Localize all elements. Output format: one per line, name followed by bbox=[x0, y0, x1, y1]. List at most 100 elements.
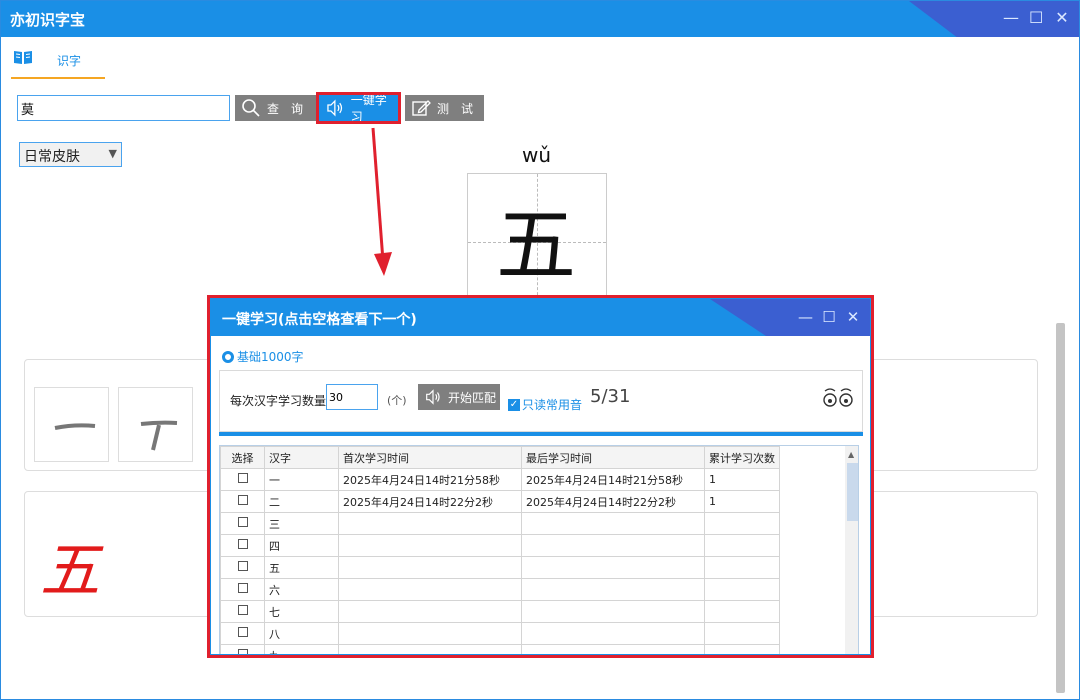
table-row[interactable]: 四 bbox=[220, 534, 780, 557]
table-scrollbar[interactable]: ▲ bbox=[845, 446, 858, 654]
row-select-cell[interactable] bbox=[220, 556, 265, 579]
main-scrollbar[interactable] bbox=[1056, 323, 1065, 693]
row-select-cell[interactable] bbox=[220, 468, 265, 491]
row-count bbox=[704, 534, 780, 557]
table-row[interactable]: 一 2025年4月24日14时21分58秒 2025年4月24日14时21分58秒 1 bbox=[220, 468, 780, 491]
row-checkbox[interactable] bbox=[237, 583, 248, 593]
row-checkbox[interactable] bbox=[237, 539, 248, 549]
row-checkbox[interactable] bbox=[237, 561, 248, 571]
table-row[interactable]: 六 bbox=[220, 578, 780, 601]
row-checkbox[interactable] bbox=[237, 517, 248, 527]
row-count bbox=[704, 600, 780, 623]
col-header-first-time[interactable]: 首次学习时间 bbox=[338, 446, 522, 469]
progress-counter: 5/31 bbox=[590, 386, 631, 407]
red-arrow-icon bbox=[371, 127, 392, 276]
stroke-step bbox=[34, 387, 109, 462]
col-header-last-time[interactable]: 最后学习时间 bbox=[521, 446, 705, 469]
unit-label: (个) bbox=[387, 394, 407, 407]
app-title: 亦初识字宝 bbox=[10, 11, 86, 29]
row-select-cell[interactable] bbox=[220, 622, 265, 645]
speaker-icon bbox=[426, 389, 440, 405]
row-char: 七 bbox=[264, 600, 339, 623]
row-last-time: 2025年4月24日14时21分58秒 bbox=[521, 468, 705, 491]
book-icon bbox=[14, 51, 32, 64]
search-icon bbox=[242, 99, 260, 117]
scroll-up-icon[interactable]: ▲ bbox=[848, 450, 854, 459]
row-select-cell[interactable] bbox=[220, 534, 265, 557]
row-last-time bbox=[521, 534, 705, 557]
count-input[interactable] bbox=[326, 384, 378, 410]
checkbox-label: 只读常用音 bbox=[522, 398, 583, 412]
dialog-close-button[interactable]: ✕ bbox=[846, 307, 860, 327]
minimize-button[interactable]: — bbox=[1003, 8, 1019, 28]
radio-selected-icon bbox=[222, 350, 234, 363]
dialog-minimize-button[interactable]: — bbox=[798, 307, 813, 327]
table-row[interactable]: 二 2025年4月24日14时22分2秒 2025年4月24日14时22分2秒 1 bbox=[220, 490, 780, 513]
table-row[interactable]: 三 bbox=[220, 512, 780, 535]
title-bar[interactable]: 亦初识字宝 — ☐ ✕ bbox=[1, 1, 1079, 37]
col-header-char[interactable]: 汉字 bbox=[264, 446, 339, 469]
row-checkbox[interactable] bbox=[237, 627, 248, 637]
written-character: 五 bbox=[40, 536, 100, 606]
dropdown-arrow-icon: ▼ bbox=[108, 147, 117, 160]
table-row[interactable]: 九 bbox=[220, 644, 780, 654]
row-checkbox[interactable] bbox=[237, 649, 248, 654]
row-first-time bbox=[338, 622, 522, 645]
row-last-time bbox=[521, 578, 705, 601]
radio-label: 基础1000字 bbox=[237, 350, 304, 364]
close-button[interactable]: ✕ bbox=[1055, 8, 1069, 28]
table-header-row: 选择 汉字 首次学习时间 最后学习时间 累计学习次数 bbox=[220, 446, 780, 469]
row-count: 1 bbox=[704, 490, 780, 513]
table-row[interactable]: 八 bbox=[220, 622, 780, 645]
row-first-time: 2025年4月24日14时22分2秒 bbox=[338, 490, 522, 513]
row-count bbox=[704, 556, 780, 579]
col-header-select[interactable]: 选择 bbox=[220, 446, 265, 469]
row-first-time bbox=[338, 578, 522, 601]
highlight-box bbox=[316, 92, 401, 124]
test-button[interactable]: 测 试 bbox=[405, 95, 484, 121]
row-last-time bbox=[521, 600, 705, 623]
edit-icon bbox=[412, 100, 431, 116]
row-checkbox[interactable] bbox=[237, 473, 248, 483]
dialog-title-bar[interactable]: 一键学习(点击空格查看下一个) — ☐ ✕ bbox=[211, 299, 870, 336]
row-char: 八 bbox=[264, 622, 339, 645]
tab-label: 识字 bbox=[57, 54, 82, 68]
row-checkbox[interactable] bbox=[237, 605, 248, 615]
maximize-button[interactable]: ☐ bbox=[1029, 8, 1043, 28]
learning-table: 选择 汉字 首次学习时间 最后学习时间 累计学习次数 一 2025年4月24日14… bbox=[219, 445, 859, 654]
row-char: 四 bbox=[264, 534, 339, 557]
tab-literacy[interactable]: 识字 bbox=[11, 45, 105, 79]
start-match-button[interactable]: 开始匹配 bbox=[418, 384, 500, 410]
match-label: 开始匹配 bbox=[448, 390, 497, 405]
row-select-cell[interactable] bbox=[220, 600, 265, 623]
radio-basic-1000[interactable]: 基础1000字 bbox=[222, 348, 304, 365]
row-select-cell[interactable] bbox=[220, 512, 265, 535]
row-count bbox=[704, 622, 780, 645]
pinyin: wǔ bbox=[522, 143, 552, 167]
settings-panel: 每次汉字学习数量: (个) 开始匹配 ✓ 只读常用音 5/31 bbox=[219, 370, 863, 432]
common-pronunciation-checkbox[interactable]: ✓ 只读常用音 bbox=[508, 396, 582, 413]
search-input[interactable] bbox=[17, 95, 230, 121]
row-char: 六 bbox=[264, 578, 339, 601]
row-char: 二 bbox=[264, 490, 339, 513]
checkbox-checked-icon: ✓ bbox=[508, 398, 520, 411]
count-label: 每次汉字学习数量: bbox=[230, 394, 331, 408]
row-last-time bbox=[521, 644, 705, 654]
col-header-count[interactable]: 累计学习次数 bbox=[704, 446, 780, 469]
dialog-maximize-button[interactable]: ☐ bbox=[822, 307, 836, 327]
row-first-time: 2025年4月24日14时21分58秒 bbox=[338, 468, 522, 491]
table-row[interactable]: 七 bbox=[220, 600, 780, 623]
query-label: 查 询 bbox=[267, 101, 304, 116]
eyes-icon[interactable] bbox=[822, 386, 854, 410]
dialog-title: 一键学习(点击空格查看下一个) bbox=[222, 312, 417, 328]
row-select-cell[interactable] bbox=[220, 578, 265, 601]
row-select-cell[interactable] bbox=[220, 644, 265, 654]
row-last-time bbox=[521, 556, 705, 579]
table-row[interactable]: 五 bbox=[220, 556, 780, 579]
row-first-time bbox=[338, 600, 522, 623]
row-checkbox[interactable] bbox=[237, 495, 248, 505]
scroll-thumb[interactable] bbox=[847, 463, 858, 521]
skin-select[interactable]: 日常皮肤 ▼ bbox=[19, 142, 122, 167]
query-button[interactable]: 查 询 bbox=[235, 95, 317, 121]
row-select-cell[interactable] bbox=[220, 490, 265, 513]
